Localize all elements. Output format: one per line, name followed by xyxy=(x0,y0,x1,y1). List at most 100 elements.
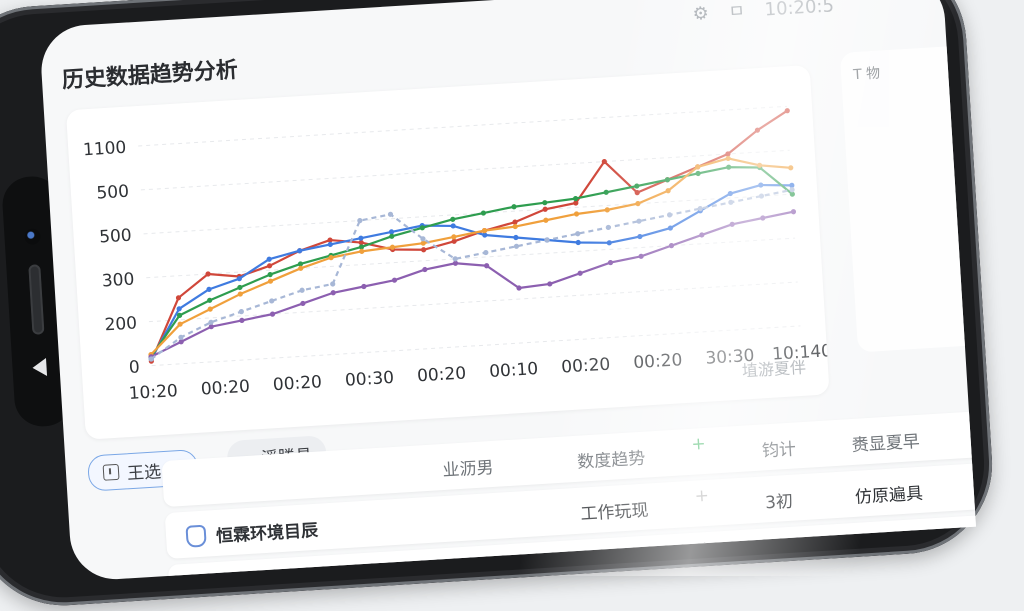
x-tick-label: 00:20 xyxy=(200,377,250,400)
series-point-3 xyxy=(451,234,457,240)
series-point-4 xyxy=(699,232,705,238)
series-point-3 xyxy=(481,228,488,234)
add-icon[interactable]: + xyxy=(694,486,709,507)
y-tick-label: 500 xyxy=(96,182,130,204)
series-point-2 xyxy=(389,233,395,239)
side-panel-label: T 物 xyxy=(852,65,881,84)
series-point-1 xyxy=(513,234,519,241)
series-point-4 xyxy=(239,317,245,324)
row-col2: 工作玩现 xyxy=(579,500,650,525)
series-point-5 xyxy=(575,231,581,237)
series-point-5 xyxy=(513,243,520,249)
battery-icon: ㅁ xyxy=(727,0,746,23)
series-point-2 xyxy=(695,170,701,177)
add-icon[interactable]: + xyxy=(697,538,712,559)
x-tick-label: 00:20 xyxy=(272,372,322,395)
series-point-2 xyxy=(634,183,640,189)
y-axis-labels: 0 200 300 500 500 1100 xyxy=(82,138,140,378)
series-point-2 xyxy=(726,164,732,170)
series-point-5 xyxy=(636,218,642,224)
x-tick-label: 00:20 xyxy=(633,350,683,373)
series-point-3 xyxy=(512,223,518,230)
gridline xyxy=(146,237,796,279)
series-line-2 xyxy=(150,166,794,358)
y-tick-label: 200 xyxy=(104,313,138,335)
x-tick-label: 10:20 xyxy=(128,381,178,404)
series-point-4 xyxy=(391,277,398,283)
series-point-4 xyxy=(361,283,367,290)
series-point-2 xyxy=(480,210,487,216)
settings-icon: ⚙ xyxy=(691,2,710,25)
series-point-1 xyxy=(450,223,456,229)
series-point-5 xyxy=(728,199,734,205)
series-point-4 xyxy=(547,281,553,287)
back-icon[interactable] xyxy=(31,358,48,377)
series-point-3 xyxy=(788,165,794,171)
trend-chart: 0 200 300 500 500 1100 10:20 00:20 00:20 00:30 00… xyxy=(82,105,830,404)
series-point-4 xyxy=(790,209,797,215)
row-col4: 仿原遍具 xyxy=(854,483,924,508)
series-point-4 xyxy=(300,300,306,307)
gridline xyxy=(148,281,798,323)
row-col3: 3初 xyxy=(764,491,794,514)
row-name: 恒霖环境目辰 xyxy=(215,520,319,547)
series-point-1 xyxy=(606,240,612,246)
series-point-5 xyxy=(299,287,305,293)
series-point-1 xyxy=(327,241,333,248)
series-point-5 xyxy=(452,256,458,262)
shield-icon xyxy=(185,524,207,548)
series-point-5 xyxy=(238,309,244,315)
series-point-4 xyxy=(607,259,614,266)
y-tick-label: 0 xyxy=(128,357,140,378)
series-point-1 xyxy=(358,235,364,241)
status-bar: ⚙ ㅁ 10:20:5 xyxy=(678,0,835,27)
data-table: 业沥男 数度趋势 + 钧计 赉显夏早 恒霖环境目辰 工作玩现 + 3初 仿原遍具… xyxy=(66,411,976,582)
x-tick-label: 00:10 xyxy=(489,359,539,382)
series-point-4 xyxy=(638,253,644,259)
series-point-5 xyxy=(269,298,275,304)
series-point-5 xyxy=(605,224,611,231)
table-header-col2: 数度趋势 xyxy=(576,448,646,473)
chart-series xyxy=(148,108,797,364)
row-col3: 刀纳 xyxy=(767,543,803,566)
y-tick-label: 1100 xyxy=(82,138,126,161)
series-point-2 xyxy=(511,204,517,210)
series-point-2 xyxy=(542,200,548,206)
series-point-4 xyxy=(422,266,428,273)
series-point-3 xyxy=(359,248,365,254)
gridline xyxy=(151,325,801,367)
add-icon[interactable]: + xyxy=(691,434,706,455)
table-header-col3: 钧计 xyxy=(761,439,797,462)
side-panel: T 物 xyxy=(839,44,976,353)
app-screen: ⚙ ㅁ 10:20:5 历史数据趋势分析 0 200 300 500 500 1100 1… xyxy=(38,0,976,582)
series-point-2 xyxy=(450,216,456,222)
series-point-4 xyxy=(577,270,583,276)
series-point-0 xyxy=(421,247,427,253)
series-point-4 xyxy=(729,221,735,227)
gridline xyxy=(138,105,788,147)
x-tick-label: 00:20 xyxy=(417,363,467,386)
series-point-3 xyxy=(725,155,731,162)
y-tick-label: 300 xyxy=(101,270,135,292)
page-title: 历史数据趋势分析 xyxy=(61,57,239,94)
table-header-col1: 业沥男 xyxy=(442,457,495,482)
series-point-5 xyxy=(758,193,765,199)
series-point-5 xyxy=(544,237,550,243)
series-point-5 xyxy=(483,249,489,256)
series-point-1 xyxy=(637,233,643,240)
series-point-3 xyxy=(543,217,549,223)
row-name: 环境指标到 xyxy=(408,562,495,582)
series-point-4 xyxy=(760,215,766,221)
chart-footnote: 埴游夏伴 xyxy=(741,357,807,381)
status-time: 10:20:5 xyxy=(764,0,835,21)
series-point-5 xyxy=(666,212,673,218)
x-axis-labels: 10:20 00:20 00:20 00:30 00:20 00:10 00:20 00:20… xyxy=(128,341,829,404)
series-point-4 xyxy=(330,290,336,296)
series-point-3 xyxy=(573,211,580,217)
y-tick-label: 500 xyxy=(99,226,133,248)
trend-chart-card: 0 200 300 500 500 1100 10:20 00:20 00:20 00:30 00… xyxy=(65,64,830,440)
series-point-2 xyxy=(603,189,609,195)
row-col4: 数造夏早 xyxy=(857,535,927,560)
series-point-4 xyxy=(269,311,276,317)
table-header-col4: 赉显夏早 xyxy=(851,431,921,456)
